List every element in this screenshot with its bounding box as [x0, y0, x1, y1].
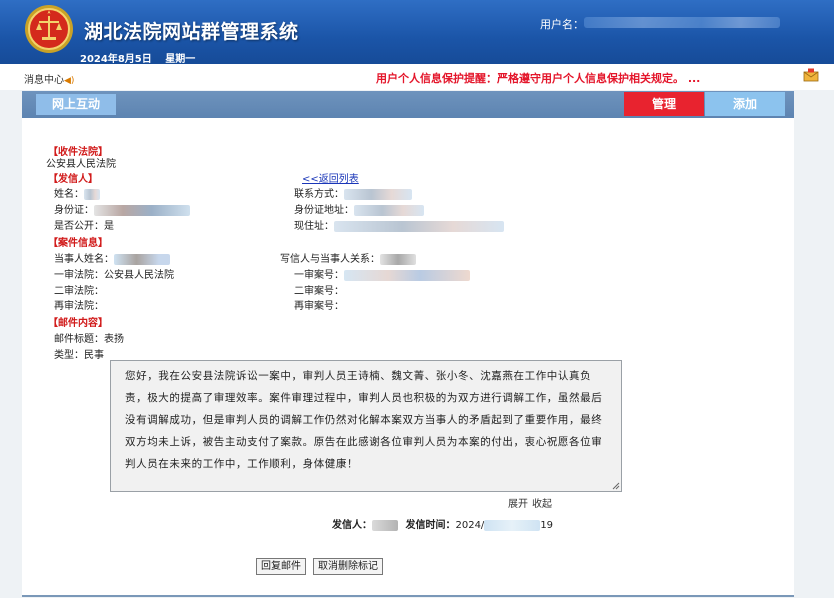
mail-envelope-icon[interactable] — [803, 68, 819, 82]
mail-body-text: 您好，我在公安县法院诉讼一案中，审判人员王诗楠、魏文菁、张小冬、沈嘉燕在工作中认… — [125, 370, 603, 470]
contact-label: 联系方式： — [294, 189, 344, 200]
message-center-label: 消息中心 — [24, 75, 64, 86]
first-court-label: 一审法院： — [54, 270, 104, 281]
send-time-value: 2024/ — [455, 520, 485, 531]
current-address-redacted — [334, 220, 504, 232]
send-time-redacted — [484, 519, 541, 531]
second-court-row: 二审法院： — [54, 282, 104, 297]
system-title: 湖北法院网站群管理系统 — [84, 21, 299, 43]
receiving-court-value: 公安县人民法院 — [46, 159, 116, 170]
first-case-no-redacted — [344, 269, 470, 281]
manage-button[interactable]: 管理 — [624, 92, 704, 116]
relation-redacted — [380, 253, 416, 265]
tab-online-interaction[interactable]: 网上互动 — [36, 94, 116, 115]
second-case-no-label: 二审案号： — [294, 286, 344, 297]
panel-bottom-border — [22, 595, 794, 597]
case-info-heading: 【案件信息】 — [48, 238, 108, 249]
sender-name-label: 姓名： — [54, 189, 84, 200]
expand-link[interactable]: 展开 — [508, 499, 528, 510]
relation-label: 写信人与当事人关系： — [280, 254, 380, 265]
expand-collapse-links: 展开 收起 — [508, 495, 556, 510]
cancel-delete-mark-button[interactable]: 取消删除标记 — [313, 558, 383, 575]
sender-name-row: 姓名： — [54, 185, 100, 200]
add-button[interactable]: 添加 — [705, 92, 785, 116]
sender-footer-redacted — [372, 519, 398, 531]
type-label: 类型： — [54, 350, 84, 361]
first-court-value: 公安县人民法院 — [104, 270, 174, 281]
sender-footer-row: 发信人： 发信时间：2024/19 — [332, 516, 553, 531]
second-court-label: 二审法院： — [54, 286, 104, 297]
first-case-no-label: 一审案号： — [294, 270, 344, 281]
sender-heading: 【发信人】 — [48, 174, 98, 185]
username-value-redacted — [584, 17, 780, 28]
send-time-label: 发信时间： — [405, 520, 456, 531]
subject-row: 邮件标题：表扬 — [54, 330, 124, 345]
privacy-reminder: 用户个人信息保护提醒：严格遵守用户个人信息保护相关规定。 ... — [376, 72, 701, 85]
idcard-address-label: 身份证地址： — [294, 205, 354, 216]
retrial-case-no-row: 再审案号： — [294, 297, 344, 312]
sender-footer-label: 发信人： — [332, 520, 372, 531]
mail-content-heading: 【邮件内容】 — [48, 318, 108, 329]
party-name-redacted — [114, 253, 170, 265]
idcard-address-row: 身份证地址： — [294, 201, 424, 216]
collapse-link[interactable]: 收起 — [532, 499, 552, 510]
party-name-row: 当事人姓名： — [54, 250, 170, 265]
type-row: 类型：民事 — [54, 346, 104, 361]
first-court-row: 一审法院：公安县人民法院 — [54, 266, 174, 281]
court-emblem-icon — [25, 5, 73, 53]
resize-grip-icon[interactable] — [612, 482, 620, 490]
idcard-label: 身份证： — [54, 205, 94, 216]
current-address-row: 现住址： — [294, 217, 504, 232]
public-label: 是否公开： — [54, 221, 104, 232]
back-to-list-link[interactable]: <<返回列表 — [302, 170, 359, 185]
current-address-label: 现住址： — [294, 221, 334, 232]
retrial-court-label: 再审法院： — [54, 301, 104, 312]
notice-bar: 消息中心◀) 用户个人信息保护提醒：严格遵守用户个人信息保护相关规定。 ... — [0, 64, 834, 90]
subject-label: 邮件标题： — [54, 334, 104, 345]
contact-redacted — [344, 188, 412, 200]
date-line: 2024年8月5日 星期一 — [80, 50, 205, 65]
retrial-case-no-label: 再审案号： — [294, 301, 344, 312]
party-name-label: 当事人姓名： — [54, 254, 114, 265]
speaker-icon: ◀) — [64, 76, 75, 86]
send-time-tail: 19 — [540, 520, 554, 531]
top-navbar: 网上互动 管理 添加 — [22, 91, 794, 118]
message-center-link[interactable]: 消息中心◀) — [24, 71, 74, 86]
reply-mail-button[interactable]: 回复邮件 — [256, 558, 306, 575]
public-row: 是否公开：是 — [54, 217, 114, 232]
idcard-row: 身份证： — [54, 201, 190, 216]
sender-name-redacted — [84, 188, 100, 200]
first-case-no-row: 一审案号： — [294, 266, 470, 281]
idcard-address-redacted — [354, 204, 424, 216]
subject-value: 表扬 — [104, 334, 124, 345]
contact-row: 联系方式： — [294, 185, 412, 200]
public-value: 是 — [104, 221, 114, 232]
header-banner: 湖北法院网站群管理系统 2024年8月5日 星期一 用户名： — [0, 0, 834, 65]
mail-body-textarea[interactable]: 您好，我在公安县法院诉讼一案中，审判人员王诗楠、魏文菁、张小冬、沈嘉燕在工作中认… — [110, 360, 622, 492]
idcard-redacted — [94, 204, 190, 216]
type-value: 民事 — [84, 350, 104, 361]
username-label: 用户名： — [540, 18, 584, 31]
second-case-no-row: 二审案号： — [294, 282, 344, 297]
retrial-court-row: 再审法院： — [54, 297, 104, 312]
relation-row: 写信人与当事人关系： — [280, 250, 416, 265]
